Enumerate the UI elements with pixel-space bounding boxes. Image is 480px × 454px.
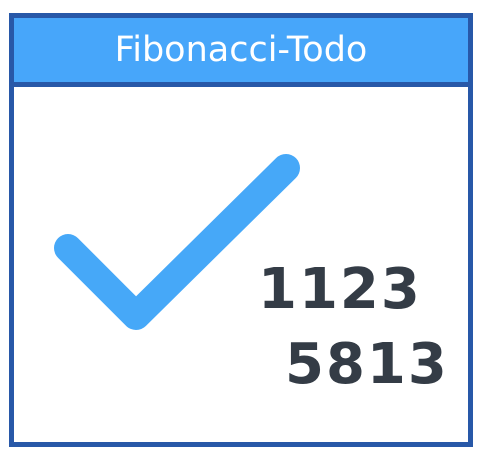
fibonacci-numbers-row-2: 5813 xyxy=(285,332,449,397)
fibonacci-numbers-row-1: 1123 xyxy=(258,257,422,322)
